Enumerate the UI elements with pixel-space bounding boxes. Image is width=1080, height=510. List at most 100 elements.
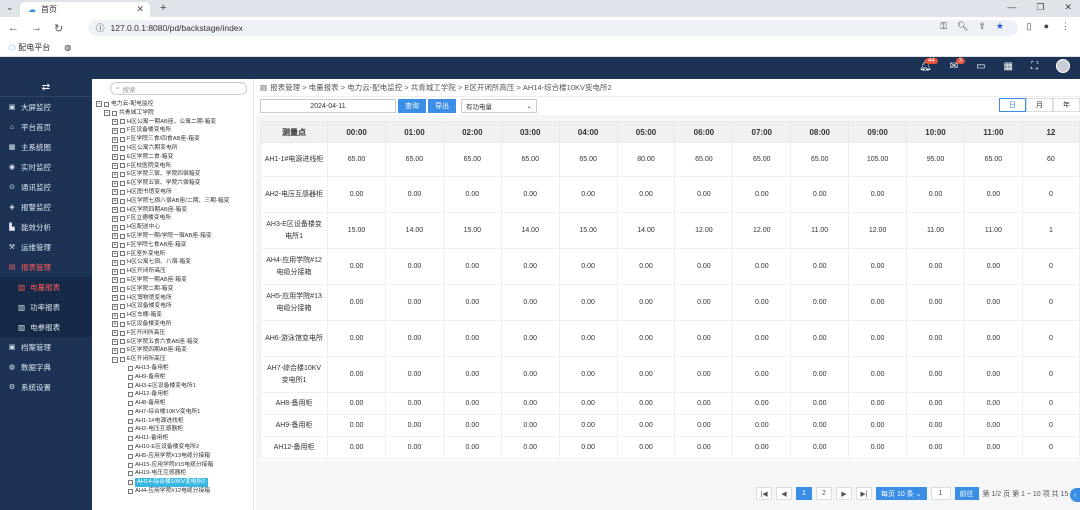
expand-icon[interactable]: + [112,162,118,169]
sidebar-bottom-item-0[interactable]: ▣ 档案管理 [0,337,92,357]
expand-icon[interactable]: + [112,347,118,354]
tree-search-input[interactable]: ⌕ 搜索 [110,82,247,95]
expand-icon[interactable]: + [112,321,118,328]
minimize-icon[interactable]: — [1007,2,1016,13]
page-size-select[interactable]: 每页 10 条 ⌄ [876,487,927,500]
tree-node[interactable]: AH10-E区设备楼变电所2 [92,443,253,452]
tree-checkbox[interactable] [128,400,133,406]
energy-type-select[interactable]: 有功电量 ⌄ [461,99,537,113]
page-1-button[interactable]: 1 [796,487,812,500]
period-day-button[interactable]: 日 [999,98,1026,112]
avatar[interactable] [1056,59,1070,73]
message-button[interactable]: ✉ 3 [950,57,966,72]
tree-checkbox[interactable] [120,163,125,169]
tree-checkbox[interactable] [120,119,125,125]
share-icon[interactable]: ⇪ [978,21,986,32]
expand-icon[interactable]: + [112,259,118,266]
tree-checkbox[interactable] [120,216,125,222]
tree-node[interactable]: + H区学院四期AB座-箱变 [92,206,253,215]
tree-node[interactable]: + F区学院七食AB座-箱变 [92,241,253,250]
sidebar-item-8[interactable]: ▤ 报表管理 [0,257,92,277]
tree-node[interactable]: + E区学院一期AB座-箱变 [92,276,253,285]
tree-node[interactable]: + F区开闭所高压 [92,329,253,338]
expand-icon[interactable]: + [112,224,118,231]
tree-node[interactable]: AH5-应用学院#13电缆分接箱 [92,452,253,461]
tree-node[interactable]: + E区学院一期/学院一宿AB座-箱变 [92,232,253,241]
sidebar-item-5[interactable]: ◈ 报警监控 [0,197,92,217]
expand-icon[interactable]: + [112,233,118,240]
expand-icon[interactable]: + [112,268,118,275]
screen-icon[interactable]: ▭ [976,61,985,72]
close-window-icon[interactable]: ✕ [1064,2,1072,13]
expand-icon[interactable]: + [112,250,118,257]
menu-icon[interactable]: ⋮ [1061,21,1070,32]
tree-node[interactable]: + H区设备楼变电所 [92,302,253,311]
collapse-icon[interactable]: − [104,110,110,117]
tree-checkbox[interactable] [128,427,133,433]
last-page-button[interactable]: ▶| [856,487,872,500]
tree-node[interactable]: AH12-备用柜 [92,390,253,399]
query-button[interactable]: 查询 [398,99,426,113]
tree-node[interactable]: + H区公寓六期变电所 [92,144,253,153]
tree-checkbox[interactable] [128,471,133,477]
tree-node[interactable]: + H区图书馆变电所 [92,188,253,197]
tree-node[interactable]: + F区学院三食/四食AB座-箱变 [92,135,253,144]
expand-icon[interactable]: + [112,171,118,178]
tree-checkbox[interactable] [128,462,133,468]
expand-icon[interactable]: + [112,215,118,222]
site-info-icon[interactable]: ⓘ [96,22,105,34]
tree-checkbox[interactable] [128,418,133,424]
tree-node[interactable]: + F区立德楼变电所 [92,214,253,223]
jump-page-input[interactable]: 1 [930,487,951,500]
notification-button[interactable]: 🔔︎ 44 [919,57,938,72]
tree-checkbox[interactable] [120,225,125,231]
tree-checkbox[interactable] [120,145,125,151]
tree-node[interactable]: − 电力云-配电监控 [92,100,253,109]
tree-node[interactable]: AH11-备用柜 [92,434,253,443]
sidebar-item-2[interactable]: ▦ 主系统图 [0,137,92,157]
close-tab-icon[interactable]: ✕ [136,4,144,15]
breadcrumb-item[interactable]: E区开闭所高压 [464,83,514,92]
expand-icon[interactable]: + [112,136,118,143]
expand-icon[interactable]: + [112,312,118,319]
jump-button[interactable]: 前往 [954,487,979,500]
tree-node[interactable]: AH3-E区设备楼变电所1 [92,382,253,391]
expand-icon[interactable]: + [112,294,118,301]
tree-checkbox[interactable] [128,409,133,415]
period-month-button[interactable]: 月 [1026,98,1053,112]
expand-icon[interactable]: + [112,277,118,284]
collapse-icon[interactable]: − [96,101,102,108]
prev-page-button[interactable]: ◀ [776,487,792,500]
tree-node[interactable]: AH8-备用柜 [92,399,253,408]
sidebar-item-6[interactable]: ▙ 能效分析 [0,217,92,237]
tree-checkbox[interactable] [120,277,125,283]
tree-checkbox[interactable] [120,330,125,336]
tree-checkbox[interactable] [120,128,125,134]
tree-checkbox[interactable] [120,181,125,187]
expand-icon[interactable]: + [112,286,118,293]
tree-checkbox[interactable] [128,488,133,494]
tree-node[interactable]: + E区学院三宿、学院四宿箱变 [92,170,253,179]
tree-node[interactable]: AH4-应用学院#12电缆分接箱 [92,487,253,496]
tree-checkbox[interactable] [120,172,125,178]
fullscreen-icon[interactable]: ⛶ [1031,61,1038,72]
tree-node[interactable]: + E区学院四期AB座-箱变 [92,346,253,355]
tree-node[interactable]: AH14-综合楼10KV变电所2 [92,478,253,488]
tree-checkbox[interactable] [120,357,125,362]
back-icon[interactable]: ← [8,22,19,35]
tab-list-icon[interactable]: ⌄ [6,2,14,13]
bookmark-item[interactable]: ☁ 配电平台 [8,42,50,53]
tree-node[interactable]: + E区学院二期-箱变 [92,285,253,294]
sidebar-item-0[interactable]: ▣ 大屏监控 [0,97,92,117]
tree-checkbox[interactable] [112,110,117,116]
expand-icon[interactable]: + [112,189,118,196]
tree-checkbox[interactable] [120,242,125,248]
tree-checkbox[interactable] [120,154,125,160]
sidebar-subitem-2[interactable]: ▥ 电参报表 [0,317,92,337]
expand-icon[interactable]: + [112,127,118,134]
sidebar-subitem-1[interactable]: ▥ 功率报表 [0,297,92,317]
sidebar-bottom-item-2[interactable]: ⚙ 系统设置 [0,377,92,397]
tree-node[interactable]: AH9-备用柜 [92,373,253,382]
tree-checkbox[interactable] [104,101,109,107]
tree-node[interactable]: AH7-综合楼10KV变电所1 [92,408,253,417]
